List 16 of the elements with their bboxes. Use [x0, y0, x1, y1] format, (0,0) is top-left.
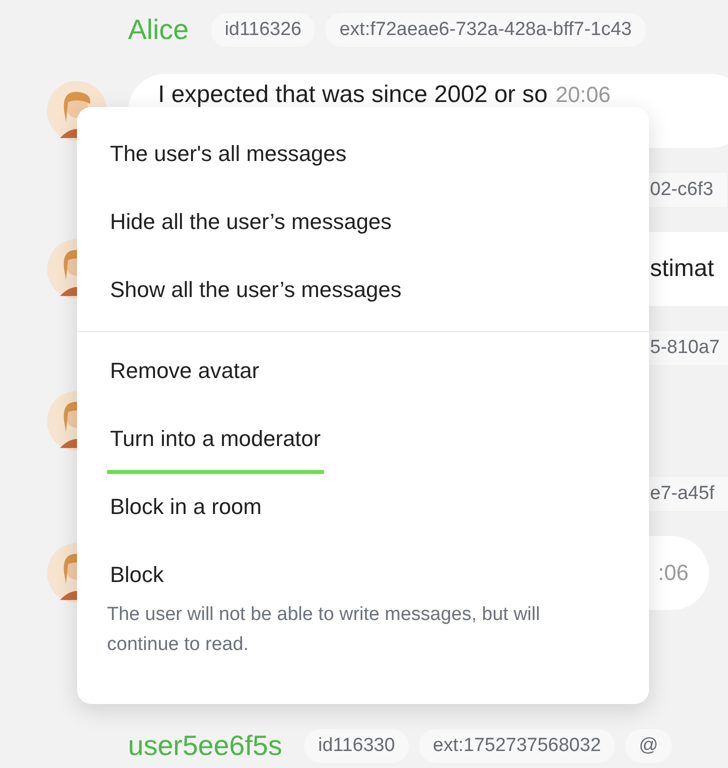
message-text: stimat [650, 255, 714, 283]
message-time: 20:06 [556, 81, 611, 109]
message-time: :06 [658, 560, 689, 586]
user-tag: ext:1752737568032 [418, 729, 615, 763]
menu-item[interactable]: Hide all the user’s messages [107, 189, 395, 257]
menu-item[interactable]: Remove avatar [107, 338, 262, 406]
menu-item[interactable]: Turn into a moderator [107, 406, 324, 474]
menu-item[interactable]: Block in a room [107, 474, 265, 542]
menu-item[interactable]: Show all the user’s messages [107, 257, 404, 325]
user-tag: id116326 [210, 13, 316, 47]
message-text: I expected that was since 2002 or so [158, 81, 548, 109]
menu-item-description: The user will not be able to write messages, but will continue to read. [107, 603, 541, 657]
menu-item[interactable]: The user's all messages [107, 121, 350, 189]
user-tag: @ [624, 729, 672, 763]
user-tag: ext:f72aeae6-732a-428a-bff7-1c43 [325, 13, 646, 47]
user-tag: id116330 [304, 729, 409, 763]
